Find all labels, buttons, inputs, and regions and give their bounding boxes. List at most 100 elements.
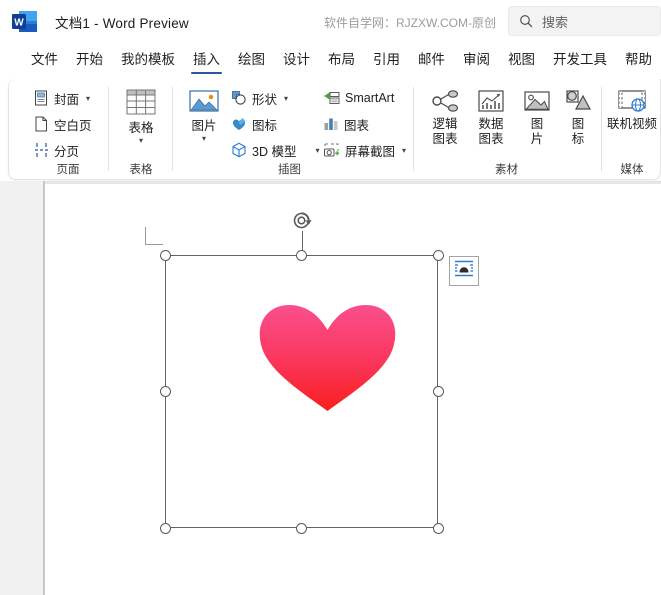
screenshot-icon xyxy=(323,142,340,158)
logic-diagram-button[interactable]: 逻辑 图表 xyxy=(422,88,468,146)
page-break-icon xyxy=(34,142,49,158)
blank-page-label: 空白页 xyxy=(54,118,92,133)
cover-page-label: 封面 xyxy=(54,92,80,107)
data-chart-button[interactable]: 数据 图表 xyxy=(468,88,514,146)
chevron-down-icon: ▾ xyxy=(284,93,289,103)
handle-top-center[interactable] xyxy=(296,249,307,261)
picture-label: 图片 xyxy=(191,119,217,133)
svg-text:W: W xyxy=(14,18,24,29)
chevron-down-icon: ▾ xyxy=(201,134,206,143)
tab-home[interactable]: 开始 xyxy=(67,43,112,72)
screenshot-label: 屏幕截图 xyxy=(345,144,396,159)
search-box[interactable]: 搜索 xyxy=(508,6,661,36)
tab-references[interactable]: 引用 xyxy=(364,43,409,72)
word-window: W 文档1 - Word Preview 软件自学网：RJZXW.COM-原创 … xyxy=(0,0,661,595)
word-logo-icon: W xyxy=(12,10,38,34)
layout-options-icon xyxy=(453,259,475,284)
3d-model-button[interactable]: 3D 模型 ▾ xyxy=(228,139,322,161)
ribbon-group-table: 表格 ▾ 表格 xyxy=(109,79,173,180)
material-picture-label-1: 图 xyxy=(530,117,544,131)
tab-review[interactable]: 审阅 xyxy=(454,43,499,72)
tab-layout[interactable]: 布局 xyxy=(319,43,364,72)
picture-icon xyxy=(188,88,220,116)
page-break-button[interactable]: 分页 xyxy=(31,139,82,161)
tab-mailings[interactable]: 邮件 xyxy=(409,43,454,72)
online-video-button[interactable]: 联机视频 xyxy=(598,88,661,131)
watermark-text: 软件自学网：RJZXW.COM-原创 xyxy=(324,16,496,30)
handle-top-left[interactable] xyxy=(159,249,171,261)
handle-bottom-center[interactable] xyxy=(296,522,307,534)
logic-diagram-label-2: 图表 xyxy=(432,132,458,146)
cover-page-button[interactable]: 封面 ▾ xyxy=(31,87,93,109)
chevron-down-icon: ▾ xyxy=(315,145,320,155)
chart-button[interactable]: 图表 xyxy=(320,113,372,135)
ribbon-group-illustrations: 图片 ▾ 形状 ▾ 图标 3D 模型 ▾ SmartArt 图表 屏幕截图 ▾ … xyxy=(173,79,406,180)
tab-view[interactable]: 视图 xyxy=(499,43,544,72)
image-selection-frame xyxy=(165,255,438,528)
shapes-icon xyxy=(231,90,247,106)
picture-button[interactable]: 图片 ▾ xyxy=(181,88,227,143)
material-icon-label-2: 标 xyxy=(571,132,585,146)
smartart-label: SmartArt xyxy=(345,91,395,105)
icons-button[interactable]: 图标 xyxy=(228,113,280,135)
page-left-edge xyxy=(43,181,45,595)
text-boundary-mark xyxy=(145,227,163,245)
icons-label: 图标 xyxy=(252,118,278,133)
material-icon-button[interactable]: 图 标 xyxy=(555,88,601,146)
chevron-down-icon: ▾ xyxy=(138,136,143,145)
ribbon: 封面 ▾ 空白页 分页 页面 表格 ▾ 表格 图片 ▾ 形状 ▾ 图标 3D 模… xyxy=(8,79,661,180)
material-picture-icon xyxy=(522,88,552,114)
ribbon-group-materials: 逻辑 图表 数据 图表 图 片 图 标 素材 xyxy=(414,79,599,180)
online-video-label: 联机视频 xyxy=(606,117,657,131)
ribbon-group-media: 联机视频 媒体 xyxy=(602,79,661,180)
ribbon-group-media-label: 媒体 xyxy=(620,164,644,176)
material-icon-label-1: 图 xyxy=(571,117,585,131)
table-button[interactable]: 表格 ▾ xyxy=(118,88,164,145)
table-label: 表格 xyxy=(128,121,154,135)
data-chart-label-2: 图表 xyxy=(478,132,504,146)
ribbon-group-illustrations-label: 插图 xyxy=(278,164,301,176)
blank-page-button[interactable]: 空白页 xyxy=(31,113,95,135)
table-icon xyxy=(125,88,157,118)
handle-middle-right[interactable] xyxy=(432,386,444,397)
handle-bottom-right[interactable] xyxy=(432,522,444,534)
screenshot-button[interactable]: 屏幕截图 ▾ xyxy=(320,139,409,161)
icons-icon xyxy=(231,116,247,132)
3d-model-icon xyxy=(231,142,247,158)
shapes-label: 形状 xyxy=(252,92,278,107)
page-break-label: 分页 xyxy=(54,144,80,159)
tab-help[interactable]: 帮助 xyxy=(616,43,661,72)
chevron-down-icon: ▾ xyxy=(86,93,91,103)
smartart-button[interactable]: SmartArt xyxy=(320,87,397,109)
material-picture-label-2: 片 xyxy=(530,132,544,146)
tab-design[interactable]: 设计 xyxy=(274,43,319,72)
ribbon-tab-bar: 文件 开始 我的模板 插入 绘图 设计 布局 引用 邮件 审阅 视图 开发工具 … xyxy=(0,43,661,77)
tab-developer[interactable]: 开发工具 xyxy=(544,43,616,72)
layout-options-button[interactable] xyxy=(449,256,479,286)
title-bar: W 文档1 - Word Preview 软件自学网：RJZXW.COM-原创 … xyxy=(0,0,661,43)
ribbon-group-pages-label: 页面 xyxy=(56,164,80,176)
material-picture-button[interactable]: 图 片 xyxy=(514,88,560,146)
3d-model-label: 3D 模型 xyxy=(252,144,297,159)
cover-page-icon xyxy=(34,90,49,106)
data-chart-icon xyxy=(476,88,506,114)
data-chart-label-1: 数据 xyxy=(478,117,504,131)
search-input[interactable]: 搜索 xyxy=(542,12,568,31)
logic-diagram-label-1: 逻辑 xyxy=(432,117,458,131)
tab-file[interactable]: 文件 xyxy=(22,43,67,72)
handle-middle-left[interactable] xyxy=(159,386,171,397)
tab-my-templates[interactable]: 我的模板 xyxy=(112,43,184,72)
online-video-icon xyxy=(616,88,648,114)
material-icon-icon xyxy=(563,88,593,114)
handle-bottom-left[interactable] xyxy=(159,522,171,534)
tab-draw[interactable]: 绘图 xyxy=(229,43,274,72)
chevron-down-icon: ▾ xyxy=(402,145,407,155)
shapes-button[interactable]: 形状 ▾ xyxy=(228,87,291,109)
document-title: 文档1 - Word Preview xyxy=(55,16,189,31)
ribbon-group-materials-label: 素材 xyxy=(495,164,518,176)
ribbon-group-pages: 封面 ▾ 空白页 分页 页面 xyxy=(19,79,117,180)
handle-top-right[interactable] xyxy=(432,249,444,261)
search-icon xyxy=(519,14,533,28)
tab-insert[interactable]: 插入 xyxy=(184,43,229,74)
rotate-icon[interactable] xyxy=(292,211,313,232)
